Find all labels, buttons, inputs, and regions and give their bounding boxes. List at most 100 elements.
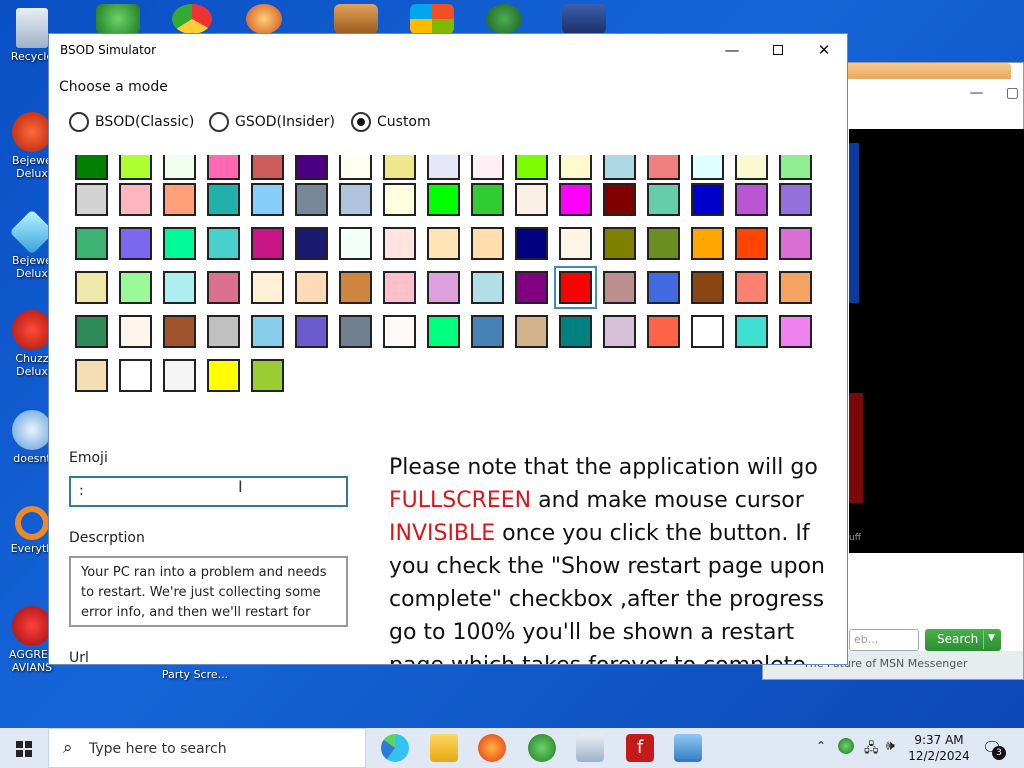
color-swatch[interactable] — [735, 271, 768, 304]
color-swatch[interactable] — [647, 227, 680, 260]
color-swatch[interactable] — [735, 155, 768, 180]
color-swatch[interactable] — [383, 183, 416, 216]
dropdown-arrow-icon[interactable]: ▼ — [983, 631, 999, 649]
color-swatch[interactable] — [339, 155, 372, 180]
color-swatch[interactable] — [603, 227, 636, 260]
color-swatch[interactable] — [515, 271, 548, 304]
color-swatch[interactable] — [119, 183, 152, 216]
color-swatch[interactable] — [251, 271, 284, 304]
color-swatch[interactable] — [339, 271, 372, 304]
flash-icon[interactable]: f — [626, 734, 654, 762]
volume-icon[interactable]: 🕪 — [886, 738, 895, 768]
color-swatch[interactable] — [779, 227, 812, 260]
background-window-controls[interactable]: — ▢ — [970, 85, 1019, 101]
color-swatch[interactable] — [735, 227, 768, 260]
color-swatch[interactable] — [427, 183, 460, 216]
color-swatch[interactable] — [647, 155, 680, 180]
color-swatch[interactable] — [471, 315, 504, 348]
color-swatch[interactable] — [647, 315, 680, 348]
color-swatch[interactable] — [779, 183, 812, 216]
color-swatch[interactable] — [383, 227, 416, 260]
color-swatch[interactable] — [427, 315, 460, 348]
system-clock[interactable]: 9:37 AM 12/2/2024 — [906, 732, 972, 764]
color-swatch[interactable] — [119, 359, 152, 392]
color-swatch[interactable] — [119, 315, 152, 348]
color-swatch[interactable] — [75, 359, 108, 392]
show-hidden-icons-chevron-icon[interactable]: ⌃ — [816, 739, 826, 768]
color-swatch[interactable] — [559, 227, 592, 260]
color-swatch[interactable] — [515, 227, 548, 260]
color-swatch[interactable] — [471, 227, 504, 260]
notification-center-button[interactable]: 🗨 3 — [982, 738, 1006, 760]
background-search-input[interactable]: eb... — [849, 629, 919, 651]
color-swatch[interactable] — [383, 155, 416, 180]
color-swatch[interactable] — [163, 227, 196, 260]
background-search-button[interactable]: Search ▼ — [925, 629, 1001, 651]
color-swatch[interactable] — [251, 359, 284, 392]
file-explorer-icon[interactable] — [430, 734, 458, 762]
color-swatch[interactable] — [207, 359, 240, 392]
color-swatch[interactable] — [559, 315, 592, 348]
color-swatch[interactable] — [471, 271, 504, 304]
color-swatch[interactable] — [471, 155, 504, 180]
color-swatch[interactable] — [207, 271, 240, 304]
color-swatch[interactable] — [559, 183, 592, 216]
windows-logo-icon[interactable] — [410, 4, 454, 34]
color-swatch[interactable] — [251, 227, 284, 260]
radio-gsod-insider[interactable]: GSOD(Insider) — [209, 112, 335, 132]
edge-icon[interactable] — [381, 734, 409, 762]
color-swatch[interactable] — [163, 155, 196, 180]
color-swatch[interactable] — [339, 227, 372, 260]
color-swatch[interactable] — [603, 183, 636, 216]
color-swatch[interactable] — [75, 227, 108, 260]
color-swatch[interactable] — [647, 271, 680, 304]
color-swatch[interactable] — [119, 227, 152, 260]
color-swatch[interactable] — [295, 315, 328, 348]
color-swatch[interactable] — [427, 227, 460, 260]
emoji-input[interactable]: : — [69, 476, 348, 507]
app-icon[interactable] — [246, 4, 282, 34]
game-character-icon[interactable] — [486, 4, 522, 34]
color-swatch[interactable] — [207, 155, 240, 180]
pictures-app-icon[interactable] — [576, 734, 604, 762]
color-swatch[interactable] — [691, 271, 724, 304]
color-swatch[interactable] — [603, 315, 636, 348]
color-swatch[interactable] — [559, 155, 592, 180]
color-swatch[interactable] — [163, 271, 196, 304]
color-swatch[interactable] — [163, 315, 196, 348]
start-button[interactable] — [0, 728, 48, 768]
color-swatch[interactable] — [251, 183, 284, 216]
color-swatch[interactable] — [427, 271, 460, 304]
desktop-icon-party-screen[interactable]: Party Scre... — [160, 668, 230, 681]
messenger-icon[interactable] — [528, 734, 556, 762]
color-swatch[interactable] — [647, 183, 680, 216]
color-swatch[interactable] — [339, 315, 372, 348]
app-window-icon[interactable] — [562, 4, 606, 34]
color-swatch[interactable] — [383, 315, 416, 348]
taskbar-search-box[interactable]: ⌕ Type here to search — [48, 728, 366, 768]
color-swatch[interactable] — [427, 155, 460, 180]
color-swatch[interactable] — [207, 227, 240, 260]
color-swatch[interactable] — [691, 227, 724, 260]
color-swatch[interactable] — [295, 271, 328, 304]
people-icon[interactable] — [96, 4, 140, 34]
chrome-icon[interactable] — [172, 4, 212, 34]
network-icon[interactable]: 🖧 — [864, 739, 879, 768]
color-swatch[interactable] — [515, 183, 548, 216]
radio-custom[interactable]: Custom — [351, 112, 431, 132]
color-swatch[interactable] — [603, 155, 636, 180]
radio-bsod-classic[interactable]: BSOD(Classic) — [69, 112, 194, 132]
firefox-icon[interactable] — [478, 734, 506, 762]
color-swatch[interactable] — [691, 183, 724, 216]
color-swatch[interactable] — [163, 359, 196, 392]
bsod-simulator-taskbar-icon[interactable] — [674, 734, 702, 762]
color-swatch[interactable] — [163, 183, 196, 216]
color-swatch[interactable] — [735, 183, 768, 216]
color-swatch[interactable] — [735, 315, 768, 348]
color-swatch[interactable] — [779, 315, 812, 348]
maximize-button[interactable] — [755, 34, 801, 66]
color-swatch[interactable] — [119, 271, 152, 304]
color-swatch[interactable] — [75, 271, 108, 304]
minimize-button[interactable]: — — [709, 34, 755, 66]
color-swatch[interactable] — [295, 227, 328, 260]
